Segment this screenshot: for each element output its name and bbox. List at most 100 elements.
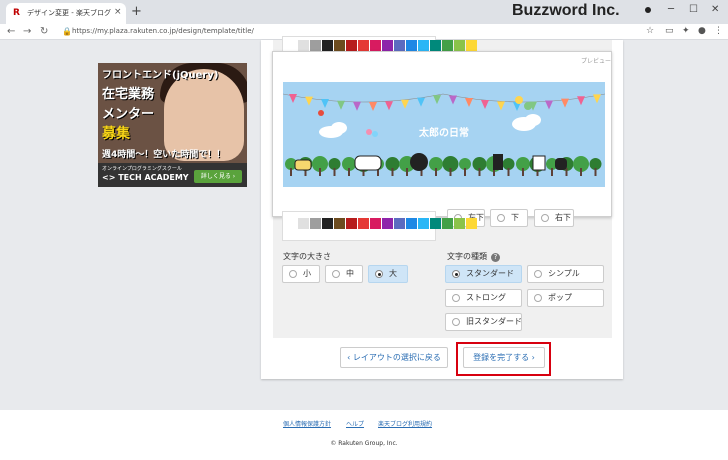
ad-line-4: 募集 <box>102 126 130 142</box>
font-size-option[interactable]: 中 <box>325 265 363 283</box>
copyright: © Rakuten Group, Inc. <box>330 440 398 447</box>
font-type-option[interactable]: ストロング <box>445 289 522 307</box>
ad-logo: <> TECH ACADEMY <box>102 173 189 182</box>
ad-school: オンラインプログラミングスクール <box>102 166 182 172</box>
back-icon[interactable]: ← <box>7 25 15 39</box>
profile-icon[interactable]: ● <box>698 26 706 36</box>
radio-icon <box>452 318 460 326</box>
color-swatch[interactable] <box>382 218 393 229</box>
color-swatch[interactable] <box>418 40 429 51</box>
brand-watermark: Buzzword Inc. <box>512 2 620 19</box>
preview-label: プレビュー <box>581 58 612 65</box>
option-label: ストロング <box>466 293 506 302</box>
cast-icon[interactable]: ▭ <box>665 26 674 36</box>
option-label: 中 <box>346 269 354 278</box>
font-type-label-text: 文字の種類 <box>447 252 487 261</box>
color-swatch[interactable] <box>442 40 453 51</box>
color-swatch[interactable] <box>406 218 417 229</box>
help-link[interactable]: ヘルプ <box>346 419 364 428</box>
ad-banner[interactable]: フロントエンド(jQuery) 在宅業務 メンター 募集 週4時間〜！空いた時間… <box>98 63 247 187</box>
option-label: シンプル <box>548 269 580 278</box>
option-label: ポップ <box>548 293 572 302</box>
close-window-button[interactable]: ✕ <box>711 4 719 15</box>
record-icon <box>645 7 651 13</box>
star-icon[interactable]: ☆ <box>646 26 654 36</box>
ad-cta-button[interactable]: 詳しく見る › <box>194 170 242 183</box>
radio-icon <box>289 270 297 278</box>
font-type-option[interactable]: ポップ <box>527 289 604 307</box>
font-type-option[interactable]: シンプル <box>527 265 604 283</box>
preview-panel: プレビュー 太郎の日常 <box>272 51 612 217</box>
terms-link[interactable]: 楽天ブログ利用規約 <box>378 419 432 428</box>
option-label: 旧スタンダード <box>466 317 522 326</box>
ad-line-1: フロントエンド(jQuery) <box>102 70 219 81</box>
maximize-button[interactable]: ☐ <box>689 4 698 15</box>
new-tab-button[interactable]: + <box>131 5 142 18</box>
color-swatch[interactable] <box>334 218 345 229</box>
browser-tab[interactable]: R デザイン変更 - 楽天ブログ × <box>6 3 126 24</box>
color-swatch[interactable] <box>310 40 321 51</box>
color-swatch[interactable] <box>346 40 357 51</box>
font-type-option[interactable]: 旧スタンダード <box>445 313 522 331</box>
color-swatches-top <box>286 40 477 51</box>
rakuten-favicon-icon: R <box>13 8 20 18</box>
color-swatch[interactable] <box>442 218 453 229</box>
color-swatch[interactable] <box>370 40 381 51</box>
color-swatch[interactable] <box>298 218 309 229</box>
color-swatch[interactable] <box>454 218 465 229</box>
position-right-bottom[interactable]: 右下 <box>534 209 574 227</box>
tab-close-icon[interactable]: × <box>114 7 122 17</box>
color-swatches-bottom <box>286 218 477 229</box>
color-swatch[interactable] <box>430 40 441 51</box>
color-swatch[interactable] <box>334 40 345 51</box>
radio-icon <box>534 294 542 302</box>
color-swatch[interactable] <box>370 218 381 229</box>
color-swatch[interactable] <box>298 40 309 51</box>
preview-title: 太郎の日常 <box>419 128 469 139</box>
font-size-option[interactable]: 大 <box>368 265 408 283</box>
ad-line-2: 在宅業務 <box>102 87 155 102</box>
tab-title: デザイン変更 - 楽天ブログ <box>27 9 111 17</box>
color-swatch[interactable] <box>286 218 297 229</box>
lock-icon: 🔒 <box>62 27 72 36</box>
radio-icon <box>452 294 460 302</box>
help-icon[interactable]: ? <box>491 253 500 262</box>
minimize-button[interactable]: ─ <box>668 4 674 15</box>
back-to-layout-button[interactable]: ‹ レイアウトの選択に戻る <box>340 347 448 368</box>
color-swatch[interactable] <box>418 218 429 229</box>
color-swatch[interactable] <box>322 40 333 51</box>
font-size-label: 文字の大きさ <box>283 252 331 261</box>
color-swatch[interactable] <box>382 40 393 51</box>
color-swatch[interactable] <box>358 40 369 51</box>
url-field[interactable]: https://my.plaza.rakuten.co.jp/design/te… <box>72 27 254 35</box>
color-swatch[interactable] <box>394 40 405 51</box>
color-swatch[interactable] <box>286 40 297 51</box>
font-type-option[interactable]: スタンダード <box>445 265 522 283</box>
radio-icon <box>534 270 542 278</box>
position-bottom[interactable]: 下 <box>490 209 528 227</box>
privacy-link[interactable]: 個人情報保護方針 <box>283 419 331 428</box>
color-swatch[interactable] <box>358 218 369 229</box>
highlight-box <box>456 342 551 376</box>
extensions-icon[interactable]: ✦ <box>682 26 690 36</box>
tab-bar: R デザイン変更 - 楽天ブログ × + Buzzword Inc. ─ ☐ ✕ <box>0 0 728 24</box>
radio-icon <box>452 270 460 278</box>
font-size-option[interactable]: 小 <box>282 265 320 283</box>
forward-icon[interactable]: → <box>23 25 31 39</box>
color-swatch[interactable] <box>430 218 441 229</box>
font-type-label: 文字の種類? <box>447 251 500 262</box>
page-body: フロントエンド(jQuery) 在宅業務 メンター 募集 週4時間〜！空いた時間… <box>0 36 728 460</box>
option-label: 小 <box>303 269 311 278</box>
menu-icon[interactable]: ⋮ <box>714 26 723 36</box>
color-swatch[interactable] <box>310 218 321 229</box>
color-swatch[interactable] <box>406 40 417 51</box>
color-swatch[interactable] <box>394 218 405 229</box>
radio-icon <box>332 270 340 278</box>
color-swatch[interactable] <box>466 40 477 51</box>
color-swatch[interactable] <box>322 218 333 229</box>
reload-icon[interactable]: ↻ <box>40 25 48 39</box>
color-swatch[interactable] <box>346 218 357 229</box>
color-swatch[interactable] <box>466 218 477 229</box>
preview-banner: 太郎の日常 <box>283 82 605 187</box>
color-swatch[interactable] <box>454 40 465 51</box>
